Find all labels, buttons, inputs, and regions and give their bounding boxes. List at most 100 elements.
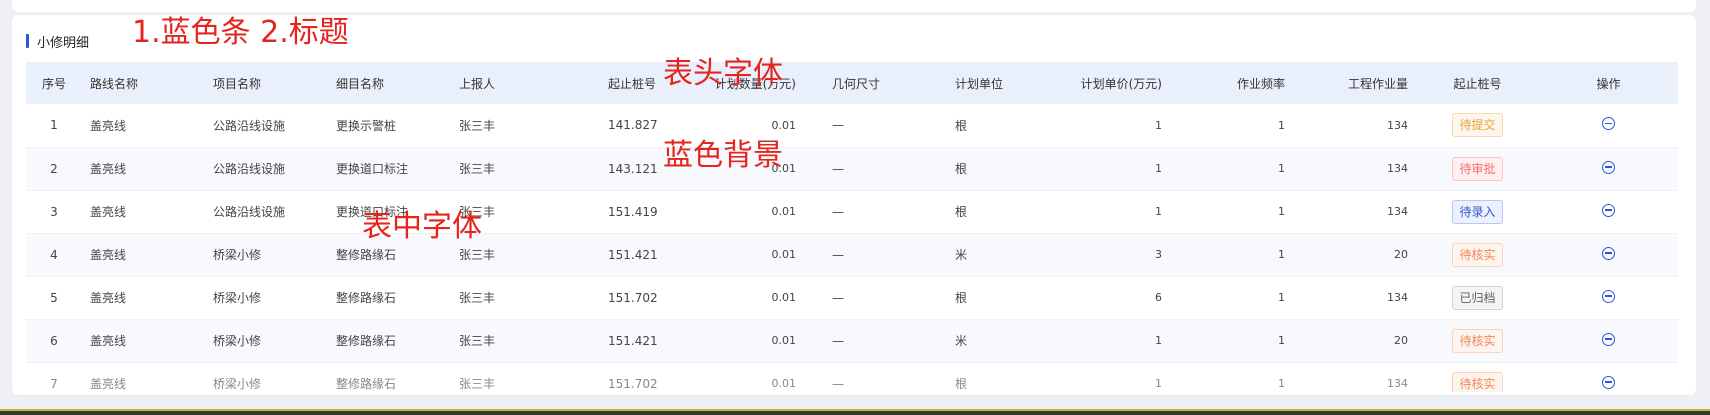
col-header: 计划单价(万元) — [1080, 76, 1162, 91]
minus-circle-icon[interactable] — [1602, 203, 1615, 217]
col-header: 操作 — [1596, 76, 1621, 91]
col-header: 路线名称 — [90, 76, 139, 91]
cell-price: 6 — [1155, 291, 1162, 304]
table-row: 2 盖亮线 公路沿线设施 更换道口标注 张三丰 143.121 0.01— 根 1 1 134 待审批 — [26, 147, 1678, 190]
cell-status: 待核实 — [1416, 233, 1539, 276]
top-panel-edge — [12, 0, 1696, 12]
cell-route: 盖亮线 — [90, 248, 127, 262]
cell-volume: 134 — [1387, 291, 1408, 304]
cell-operation — [1539, 147, 1678, 190]
col-header: 起止桩号 — [1453, 76, 1502, 91]
cell-freq: 1 — [1278, 118, 1285, 132]
annotation-title-note: 1.蓝色条 2.标题 — [132, 15, 349, 50]
cell-size: — — [832, 204, 844, 219]
cell-unit: 根 — [955, 162, 968, 176]
col-header: 工程作业量 — [1347, 76, 1408, 91]
cell-item: 整修路缘石 — [336, 334, 397, 348]
cell-price: 3 — [1155, 248, 1162, 261]
cell-route: 盖亮线 — [90, 162, 127, 176]
cell-price: 1 — [1155, 162, 1162, 175]
cell-unit: 根 — [955, 291, 968, 305]
cell-size: — — [832, 333, 844, 348]
title-accent-bar — [26, 34, 29, 48]
minus-circle-icon[interactable] — [1602, 246, 1615, 260]
cell-size: — — [832, 161, 844, 176]
cell-size: — — [832, 118, 844, 133]
cell-stake: 151.702 — [608, 376, 658, 391]
cell-no: 7 — [50, 376, 58, 391]
cell-freq: 1 — [1278, 205, 1285, 218]
section-title: 小修明细 — [37, 35, 90, 51]
col-header: 几何尺寸 — [832, 76, 881, 91]
cell-reporter: 张三丰 — [459, 162, 496, 176]
cell-size: — — [832, 290, 844, 305]
cell-project: 公路沿线设施 — [213, 118, 286, 133]
cell-volume: 20 — [1394, 334, 1408, 347]
cell-volume: 134 — [1387, 118, 1408, 132]
table-header-row: 序号 路线名称 项目名称 细目名称 上报人 起止桩号 计划数量(万元) 几何尺寸… — [26, 62, 1678, 104]
annotation-cell-font: 表中字体 — [362, 209, 482, 244]
cell-freq: 1 — [1278, 248, 1285, 261]
table-row: 3 盖亮线 公路沿线设施 更换道口标注 张三丰 151.419 0.01— 根 1 1 134 待录入 — [26, 190, 1678, 233]
cell-reporter: 张三丰 — [459, 377, 496, 391]
cell-item: 更换道口标注 — [336, 162, 409, 176]
col-header: 细目名称 — [336, 76, 385, 91]
cell-operation — [1539, 190, 1678, 233]
status-badge: 待提交 — [1452, 113, 1503, 138]
cell-price: 1 — [1155, 334, 1162, 347]
cell-unit: 根 — [955, 377, 968, 391]
table-row: 7 盖亮线 桥梁小修 整修路缘石 张三丰 151.702 0.01 — 根 1 1 134 待核实 — [26, 362, 1678, 392]
cell-price: 1 — [1155, 377, 1162, 390]
cell-operation — [1539, 362, 1678, 392]
table-row: 6 盖亮线 桥梁小修 整修路缘石 张三丰 151.421 0.01 — 米 1 1 20 待核实 — [26, 319, 1678, 362]
cell-volume: 134 — [1387, 205, 1408, 218]
cell-qty: 0.01 — [771, 248, 797, 261]
cell-operation — [1539, 233, 1678, 276]
bottom-bar — [0, 409, 1710, 415]
cell-no: 3 — [50, 204, 58, 219]
cell-unit: 米 — [955, 248, 968, 262]
minus-circle-icon[interactable] — [1602, 160, 1615, 174]
col-header: 上报人 — [459, 76, 496, 91]
cell-volume: 134 — [1387, 377, 1408, 390]
cell-reporter: 张三丰 — [459, 291, 496, 305]
minus-circle-icon[interactable] — [1602, 289, 1615, 303]
cell-no: 1 — [50, 118, 58, 133]
cell-project: 桥梁小修 — [213, 334, 262, 348]
cell-stake: 151.421 — [608, 333, 658, 348]
minus-circle-icon[interactable] — [1602, 332, 1615, 346]
detail-table-container[interactable]: 序号 路线名称 项目名称 细目名称 上报人 起止桩号 计划数量(万元) 几何尺寸… — [26, 62, 1678, 392]
cell-no: 2 — [50, 161, 58, 176]
table-row: 4 盖亮线 桥梁小修 整修路缘石 张三丰 151.421 0.01— 米 3 1 20 待核实 — [26, 233, 1678, 276]
cell-project: 公路沿线设施 — [213, 162, 286, 176]
cell-status: 待录入 — [1416, 190, 1539, 233]
minus-circle-icon[interactable] — [1602, 117, 1615, 131]
col-header: 计划单位 — [955, 76, 1004, 91]
cell-reporter: 张三丰 — [459, 118, 496, 133]
cell-project: 桥梁小修 — [213, 248, 262, 262]
cell-route: 盖亮线 — [90, 377, 127, 391]
status-badge: 待核实 — [1452, 328, 1503, 353]
detail-panel: 小修明细 序号 路线名称 项目名称 细目名称 上报人 起止桩号 计划数量(万元)… — [12, 15, 1696, 395]
cell-item: 更换示警桩 — [336, 118, 397, 133]
minus-circle-icon[interactable] — [1602, 375, 1615, 389]
status-badge: 已归档 — [1452, 285, 1503, 310]
cell-status: 已归档 — [1416, 276, 1539, 319]
cell-status: 待核实 — [1416, 319, 1539, 362]
cell-no: 6 — [50, 333, 58, 348]
cell-project: 桥梁小修 — [213, 377, 262, 391]
cell-item: 整修路缘石 — [336, 377, 397, 391]
cell-reporter: 张三丰 — [459, 334, 496, 348]
cell-qty: 0.01 — [771, 205, 797, 218]
cell-route: 盖亮线 — [90, 118, 127, 133]
cell-price: 1 — [1155, 205, 1162, 218]
cell-freq: 1 — [1278, 162, 1285, 175]
cell-no: 4 — [50, 247, 58, 262]
status-badge: 待录入 — [1452, 199, 1503, 224]
status-badge: 待审批 — [1452, 156, 1503, 181]
cell-size: — — [832, 376, 844, 391]
cell-status: 待核实 — [1416, 362, 1539, 392]
col-header: 项目名称 — [213, 76, 262, 91]
cell-project: 公路沿线设施 — [213, 205, 286, 219]
cell-stake: 151.421 — [608, 247, 658, 262]
